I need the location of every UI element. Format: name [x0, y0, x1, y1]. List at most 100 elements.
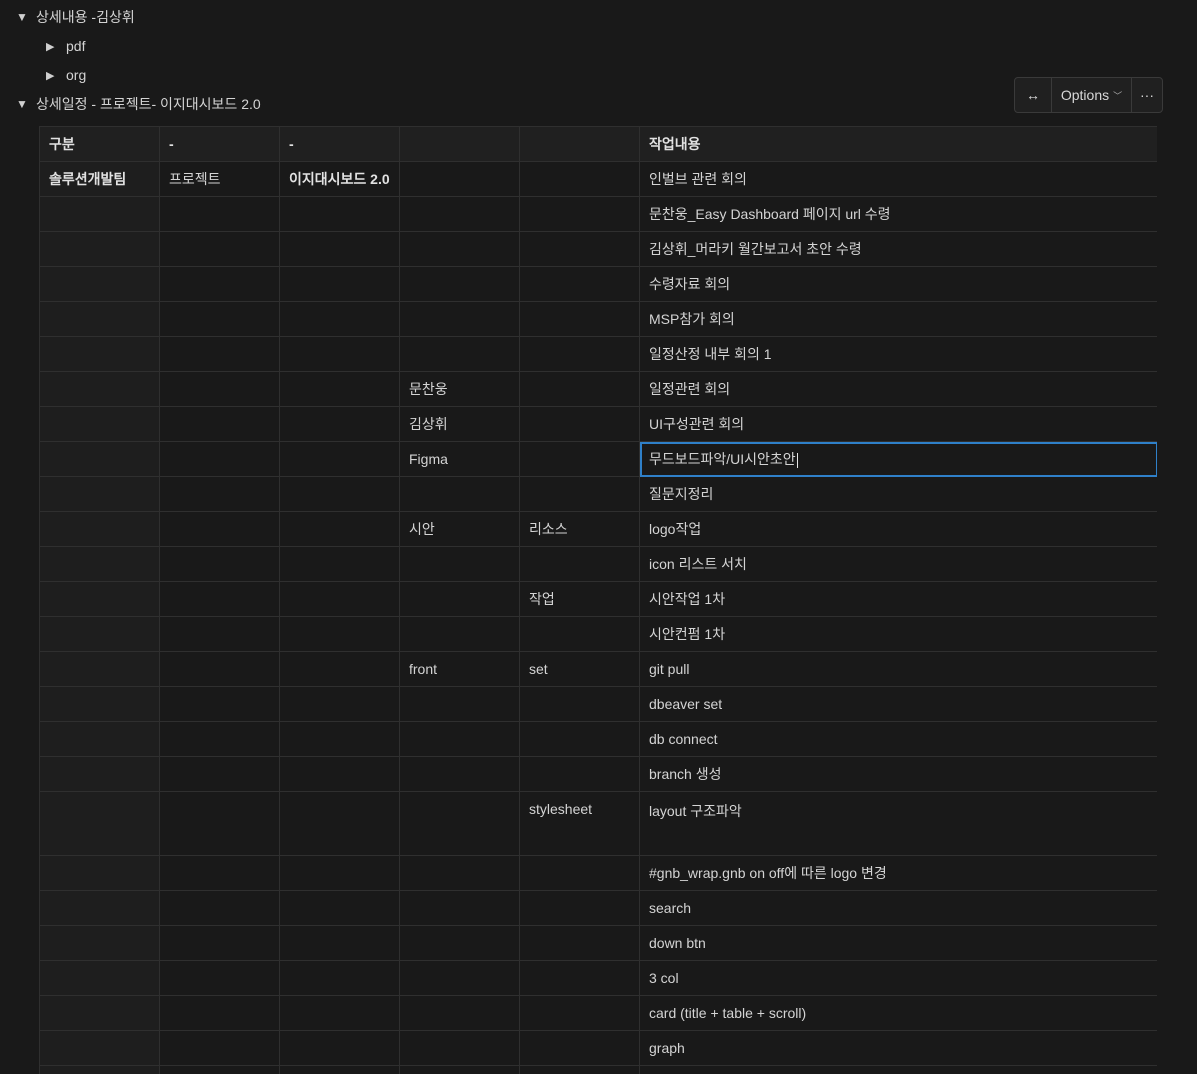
table-cell[interactable]	[159, 301, 280, 337]
table-cell[interactable]: layout 구조파악	[639, 791, 1157, 856]
table-cell[interactable]	[399, 581, 520, 617]
table-cell[interactable]: branch 생성	[639, 756, 1157, 792]
table-cell[interactable]	[399, 161, 520, 197]
table-cell[interactable]	[399, 1030, 520, 1066]
table-cell[interactable]	[519, 406, 640, 442]
table-header-cell[interactable]: -	[159, 126, 280, 162]
table-cell[interactable]	[279, 791, 400, 856]
table-cell[interactable]	[39, 925, 160, 961]
table-cell[interactable]	[159, 756, 280, 792]
table-cell[interactable]	[399, 721, 520, 757]
table-cell[interactable]	[399, 890, 520, 926]
table-cell[interactable]	[39, 1065, 160, 1074]
table-cell[interactable]	[279, 476, 400, 512]
table-cell[interactable]	[39, 581, 160, 617]
table-cell[interactable]	[279, 441, 400, 477]
table-cell[interactable]	[399, 266, 520, 302]
table-header-cell[interactable]: -	[279, 126, 400, 162]
table-cell[interactable]	[399, 231, 520, 267]
table-header-cell[interactable]	[399, 126, 520, 162]
table-cell[interactable]	[519, 476, 640, 512]
table-cell[interactable]	[519, 616, 640, 652]
table-cell[interactable]: search	[639, 890, 1157, 926]
table-cell[interactable]	[519, 1065, 640, 1074]
table-cell[interactable]	[39, 546, 160, 582]
expand-triangle-icon[interactable]: ▶	[46, 69, 66, 82]
table-cell[interactable]	[39, 651, 160, 687]
table-cell[interactable]	[399, 336, 520, 372]
table-cell[interactable]	[159, 890, 280, 926]
table-cell[interactable]: 질문지정리	[639, 476, 1157, 512]
tree-item-pdf[interactable]: ▶ pdf	[46, 35, 85, 57]
table-cell[interactable]	[39, 511, 160, 547]
table-cell[interactable]	[519, 441, 640, 477]
table-cell[interactable]	[399, 960, 520, 996]
table-cell[interactable]	[159, 651, 280, 687]
table-cell[interactable]	[159, 855, 280, 891]
table-cell[interactable]	[399, 1065, 520, 1074]
collapse-triangle-icon[interactable]: ▼	[16, 10, 36, 24]
table-cell[interactable]	[39, 266, 160, 302]
table-cell[interactable]	[519, 266, 640, 302]
table-cell[interactable]	[159, 196, 280, 232]
table-cell[interactable]	[519, 336, 640, 372]
table-cell[interactable]	[39, 616, 160, 652]
table-cell[interactable]	[159, 721, 280, 757]
table-cell[interactable]	[279, 721, 400, 757]
table-cell[interactable]: down btn	[639, 925, 1157, 961]
table-cell[interactable]	[279, 266, 400, 302]
table-cell[interactable]	[279, 756, 400, 792]
table-cell[interactable]	[159, 476, 280, 512]
table-cell[interactable]: datepicker	[639, 1065, 1157, 1074]
table-cell[interactable]: 이지대시보드 2.0	[279, 161, 400, 197]
table-cell[interactable]	[279, 890, 400, 926]
table-cell[interactable]	[279, 855, 400, 891]
table-cell[interactable]	[279, 686, 400, 722]
table-cell[interactable]	[159, 1030, 280, 1066]
tree-section-details[interactable]: ▼ 상세내용 -김상휘	[16, 6, 135, 28]
table-cell[interactable]	[159, 266, 280, 302]
table-cell[interactable]	[39, 336, 160, 372]
table-cell[interactable]	[39, 1030, 160, 1066]
table-cell[interactable]	[519, 371, 640, 407]
table-cell[interactable]	[159, 925, 280, 961]
table-cell[interactable]	[39, 231, 160, 267]
table-cell[interactable]	[279, 1030, 400, 1066]
tree-section-schedule[interactable]: ▼ 상세일정 - 프로젝트- 이지대시보드 2.0	[16, 93, 261, 115]
table-cell[interactable]	[159, 511, 280, 547]
table-cell[interactable]	[279, 196, 400, 232]
table-cell[interactable]	[399, 301, 520, 337]
table-cell[interactable]	[399, 196, 520, 232]
table-cell[interactable]	[159, 231, 280, 267]
table-cell[interactable]	[159, 1065, 280, 1074]
table-cell[interactable]	[519, 231, 640, 267]
table-cell[interactable]	[159, 406, 280, 442]
table-cell[interactable]: 시안	[399, 511, 520, 547]
table-cell[interactable]: 일정산정 내부 회의 1	[639, 336, 1157, 372]
table-header-cell[interactable]	[519, 126, 640, 162]
table-cell[interactable]	[279, 960, 400, 996]
table-cell[interactable]	[519, 960, 640, 996]
table-cell[interactable]: stylesheet	[519, 791, 640, 856]
tree-item-org[interactable]: ▶ org	[46, 64, 86, 86]
table-cell[interactable]: 문찬웅_Easy Dashboard 페이지 url 수령	[639, 196, 1157, 232]
table-cell[interactable]: db connect	[639, 721, 1157, 757]
table-cell[interactable]	[159, 336, 280, 372]
table-cell[interactable]	[159, 441, 280, 477]
table-cell[interactable]: logo작업	[639, 511, 1157, 547]
table-cell[interactable]	[279, 371, 400, 407]
table-cell[interactable]: UI구성관련 회의	[639, 406, 1157, 442]
table-cell[interactable]	[39, 721, 160, 757]
table-cell[interactable]	[279, 651, 400, 687]
table-cell[interactable]	[39, 301, 160, 337]
table-cell[interactable]: 솔루션개발팀	[39, 161, 160, 197]
table-cell[interactable]	[39, 995, 160, 1031]
table-cell[interactable]: 리소스	[519, 511, 640, 547]
table-cell[interactable]	[279, 995, 400, 1031]
table-cell[interactable]	[159, 995, 280, 1031]
table-cell[interactable]	[399, 791, 520, 856]
table-cell[interactable]	[519, 925, 640, 961]
table-cell[interactable]	[519, 196, 640, 232]
table-header-cell[interactable]: 작업내용	[639, 126, 1157, 162]
full-width-toggle-button[interactable]: ↔	[1015, 78, 1052, 112]
